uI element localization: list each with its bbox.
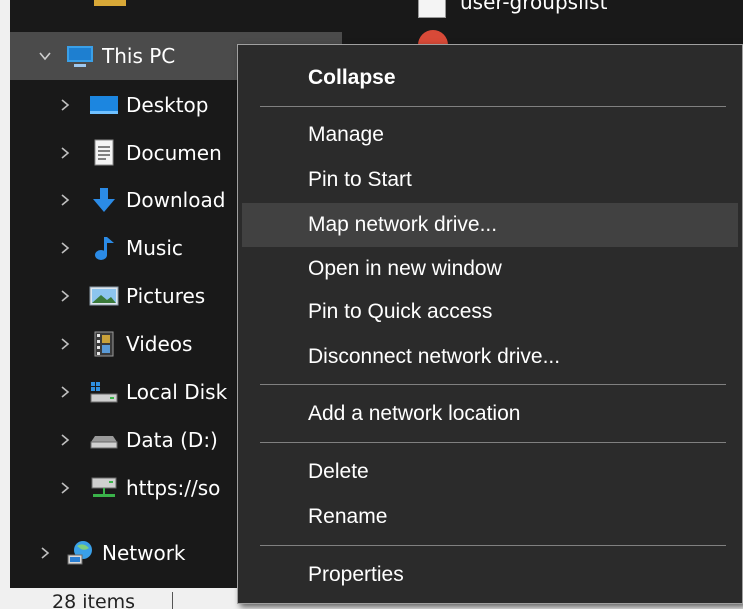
menu-separator [260,545,726,546]
menu-item-pin-to-start[interactable]: Pin to Start [242,160,738,200]
menu-item-disconnect-network-drive[interactable]: Disconnect network drive... [242,337,738,377]
videos-folder-icon [88,330,120,358]
documents-folder-icon [88,139,120,167]
local-disk-icon [88,378,120,406]
chevron-right-icon[interactable] [56,191,74,209]
drive-icon [88,426,120,454]
tree-item-label: This PC [102,44,176,68]
tree-item-label: Data (D:) [126,428,218,452]
chevron-right-icon[interactable] [56,239,74,257]
chevron-right-icon[interactable] [56,287,74,305]
tree-item-label: Download [126,188,226,212]
tree-item-label: Music [126,236,183,260]
menu-item-label: Delete [308,460,369,483]
menu-item-label: Manage [308,123,384,146]
menu-item-label: Open in new window [308,257,502,280]
menu-item-label: Rename [308,505,388,528]
tree-item-label: Network [102,541,186,565]
network-icon [64,539,96,567]
menu-item-label: Properties [308,563,404,586]
chevron-right-icon[interactable] [56,383,74,401]
tree-item-label: Desktop [126,93,209,117]
status-divider [172,592,173,609]
chevron-down-icon[interactable] [36,47,54,65]
menu-item-delete[interactable]: Delete [242,452,738,492]
pictures-folder-icon [88,282,120,310]
downloads-folder-icon [88,186,120,214]
chevron-right-icon[interactable] [56,96,74,114]
menu-item-properties[interactable]: Properties [242,555,738,595]
chevron-right-icon[interactable] [36,544,54,562]
menu-item-label: Add a network location [308,402,521,425]
file-icon [418,0,446,18]
menu-item-label: Pin to Start [308,168,412,191]
desktop-folder-icon [88,91,120,119]
tree-item-label: Videos [126,332,193,356]
menu-item-collapse[interactable]: Collapse [242,58,738,98]
file-item[interactable]: user-groupslist [418,0,607,18]
chevron-right-icon[interactable] [56,335,74,353]
file-item-label: user-groupslist [460,0,608,14]
item-count: 28 items [52,591,136,609]
menu-item-label: Map network drive... [308,213,498,236]
menu-item-map-network-drive[interactable]: Map network drive... [242,203,738,247]
folder-icon-partial [94,0,126,6]
tree-item-label: Pictures [126,284,206,308]
file-explorer-window: This PC Desktop Documen Download Music P… [0,0,743,609]
network-drive-icon [88,474,120,502]
menu-separator [260,442,726,443]
context-menu[interactable]: Collapse Manage Pin to Start Map network… [237,44,743,604]
menu-item-pin-to-quick-access[interactable]: Pin to Quick access [242,292,738,332]
chevron-right-icon[interactable] [56,479,74,497]
chevron-right-icon[interactable] [56,144,74,162]
chevron-right-icon[interactable] [56,431,74,449]
tree-item-label: https://so [126,476,221,500]
menu-item-add-network-location[interactable]: Add a network location [242,394,738,434]
menu-item-open-in-new-window[interactable]: Open in new window [242,249,738,289]
menu-item-manage[interactable]: Manage [242,115,738,155]
this-pc-icon [64,42,96,70]
tree-item-label: Documen [126,141,222,165]
menu-item-label: Disconnect network drive... [308,345,561,368]
menu-separator [260,384,726,385]
menu-item-label: Collapse [308,66,396,89]
menu-item-rename[interactable]: Rename [242,497,738,537]
menu-separator [260,106,726,107]
tree-item-label: Local Disk [126,380,228,404]
menu-item-label: Pin to Quick access [308,300,493,323]
music-folder-icon [88,234,120,262]
